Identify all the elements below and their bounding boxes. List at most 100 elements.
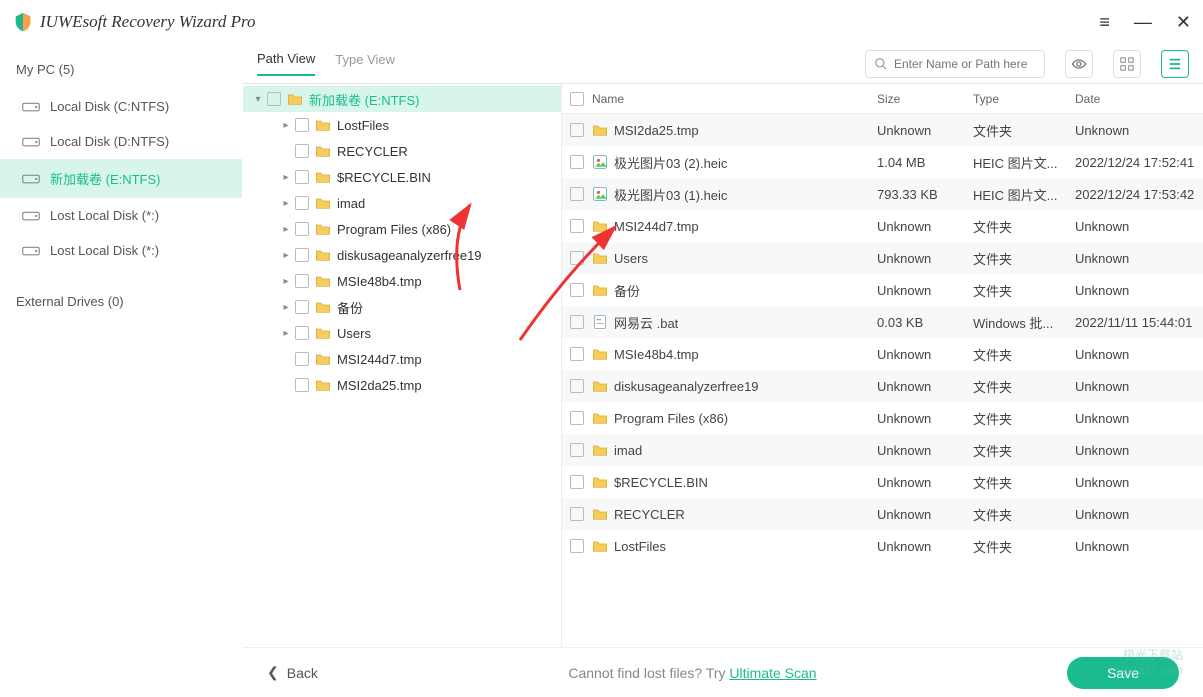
file-row[interactable]: MSI2da25.tmpUnknown文件夹Unknown (562, 114, 1203, 146)
row-checkbox[interactable] (570, 219, 584, 233)
minimize-icon[interactable]: — (1134, 12, 1152, 33)
column-header-date[interactable]: Date (1075, 92, 1203, 106)
chevron-right-icon[interactable]: ▸ (279, 198, 293, 209)
file-row[interactable]: RECYCLERUnknown文件夹Unknown (562, 498, 1203, 530)
tree-checkbox[interactable] (295, 170, 309, 184)
ultimate-scan-link[interactable]: Ultimate Scan (729, 665, 816, 681)
sidebar-disk-item[interactable]: Lost Local Disk (*:) (0, 233, 242, 268)
sidebar-disk-item[interactable]: Local Disk (C:NTFS) (0, 89, 242, 124)
file-size: 793.33 KB (877, 187, 973, 202)
file-row[interactable]: MSIe48b4.tmpUnknown文件夹Unknown (562, 338, 1203, 370)
menu-icon[interactable]: ≡ (1099, 12, 1110, 33)
tree-checkbox[interactable] (295, 144, 309, 158)
sidebar-disk-item[interactable]: 新加载卷 (E:NTFS) (0, 159, 242, 198)
file-row[interactable]: Program Files (x86)Unknown文件夹Unknown (562, 402, 1203, 434)
file-row[interactable]: 极光图片03 (2).heic1.04 MBHEIC 图片文...2022/12… (562, 146, 1203, 178)
row-checkbox[interactable] (570, 411, 584, 425)
file-date: 2022/11/11 15:44:01 (1075, 315, 1203, 330)
file-row[interactable]: imadUnknown文件夹Unknown (562, 434, 1203, 466)
row-checkbox[interactable] (570, 283, 584, 297)
tree-item[interactable]: ▸Program Files (x86) (243, 216, 561, 242)
tree-item[interactable]: ▸ imad (243, 190, 561, 216)
tree-checkbox[interactable] (295, 118, 309, 132)
tree-checkbox[interactable] (295, 300, 309, 314)
file-row[interactable]: 极光图片03 (1).heic793.33 KBHEIC 图片文...2022/… (562, 178, 1203, 210)
chevron-right-icon[interactable]: ▸ (279, 120, 293, 131)
tree-checkbox[interactable] (295, 222, 309, 236)
file-size: Unknown (877, 283, 973, 298)
search-box[interactable] (865, 50, 1045, 78)
file-row[interactable]: 备份Unknown文件夹Unknown (562, 274, 1203, 306)
column-header-name[interactable]: Name (592, 92, 877, 106)
sidebar-disk-item[interactable]: Local Disk (D:NTFS) (0, 124, 242, 159)
chevron-right-icon[interactable]: ▸ (279, 172, 293, 183)
tree-item[interactable]: ▸$RECYCLE.BIN (243, 164, 561, 190)
chevron-right-icon[interactable]: ▸ (279, 302, 293, 313)
file-size: Unknown (877, 347, 973, 362)
tree-checkbox[interactable] (295, 196, 309, 210)
file-row[interactable]: $RECYCLE.BINUnknown文件夹Unknown (562, 466, 1203, 498)
row-checkbox[interactable] (570, 443, 584, 457)
chevron-down-icon[interactable]: ▾ (251, 94, 265, 105)
chevron-right-icon[interactable]: ▸ (279, 250, 293, 261)
tree-item-label: imad (337, 196, 365, 211)
file-type: 文件夹 (973, 537, 1075, 556)
tree-item[interactable]: MSI2da25.tmp (243, 372, 561, 398)
close-icon[interactable]: ✕ (1176, 12, 1191, 33)
search-icon (874, 57, 888, 71)
tree-item[interactable]: RECYCLER (243, 138, 561, 164)
tree-checkbox[interactable] (295, 248, 309, 262)
column-header-size[interactable]: Size (877, 92, 973, 106)
file-date: Unknown (1075, 443, 1203, 458)
tree-item[interactable]: ▸diskusageanalyzerfree19 (243, 242, 561, 268)
row-checkbox[interactable] (570, 507, 584, 521)
list-view-button[interactable] (1161, 50, 1189, 78)
tab-path-view[interactable]: Path View (257, 51, 315, 76)
file-row[interactable]: LostFilesUnknown文件夹Unknown (562, 530, 1203, 562)
tree-item[interactable]: ▸LostFiles (243, 112, 561, 138)
file-size: Unknown (877, 443, 973, 458)
search-input[interactable] (894, 57, 1036, 71)
file-row[interactable]: 网易云 .bat0.03 KBWindows 批...2022/11/11 15… (562, 306, 1203, 338)
tab-type-view[interactable]: Type View (335, 52, 395, 75)
grid-view-button[interactable] (1113, 50, 1141, 78)
disk-label: Lost Local Disk (*:) (50, 208, 159, 223)
disk-icon (22, 172, 40, 186)
chevron-right-icon[interactable]: ▸ (279, 224, 293, 235)
tree-item[interactable]: ▸Users (243, 320, 561, 346)
column-header-type[interactable]: Type (973, 92, 1075, 106)
tree-item[interactable]: MSI244d7.tmp (243, 346, 561, 372)
file-type: 文件夹 (973, 281, 1075, 300)
tree-checkbox[interactable] (295, 378, 309, 392)
row-checkbox[interactable] (570, 475, 584, 489)
file-row[interactable]: MSI244d7.tmpUnknown文件夹Unknown (562, 210, 1203, 242)
file-row[interactable]: UsersUnknown文件夹Unknown (562, 242, 1203, 274)
chevron-right-icon[interactable]: ▸ (279, 328, 293, 339)
row-checkbox[interactable] (570, 539, 584, 553)
folder-icon (592, 379, 608, 393)
row-checkbox[interactable] (570, 155, 584, 169)
tree-checkbox[interactable] (295, 326, 309, 340)
tree-item[interactable]: ▸MSIe48b4.tmp (243, 268, 561, 294)
tree-item[interactable]: ▸备份 (243, 294, 561, 320)
row-checkbox[interactable] (570, 347, 584, 361)
chevron-right-icon[interactable]: ▸ (279, 276, 293, 287)
tree-checkbox[interactable] (267, 92, 281, 106)
row-checkbox[interactable] (570, 187, 584, 201)
save-button[interactable]: Save (1067, 657, 1179, 689)
file-row[interactable]: diskusageanalyzerfree19Unknown文件夹Unknown (562, 370, 1203, 402)
back-button[interactable]: ❮ Back (267, 664, 318, 681)
tree-checkbox[interactable] (295, 352, 309, 366)
row-checkbox[interactable] (570, 123, 584, 137)
folder-icon (592, 123, 608, 137)
preview-toggle-button[interactable] (1065, 50, 1093, 78)
row-checkbox[interactable] (570, 251, 584, 265)
row-checkbox[interactable] (570, 315, 584, 329)
tree-root[interactable]: ▾ 新加载卷 (E:NTFS) (243, 86, 561, 112)
file-size: Unknown (877, 539, 973, 554)
back-label: Back (287, 665, 318, 681)
header-checkbox[interactable] (570, 92, 584, 106)
row-checkbox[interactable] (570, 379, 584, 393)
tree-checkbox[interactable] (295, 274, 309, 288)
sidebar-disk-item[interactable]: Lost Local Disk (*:) (0, 198, 242, 233)
